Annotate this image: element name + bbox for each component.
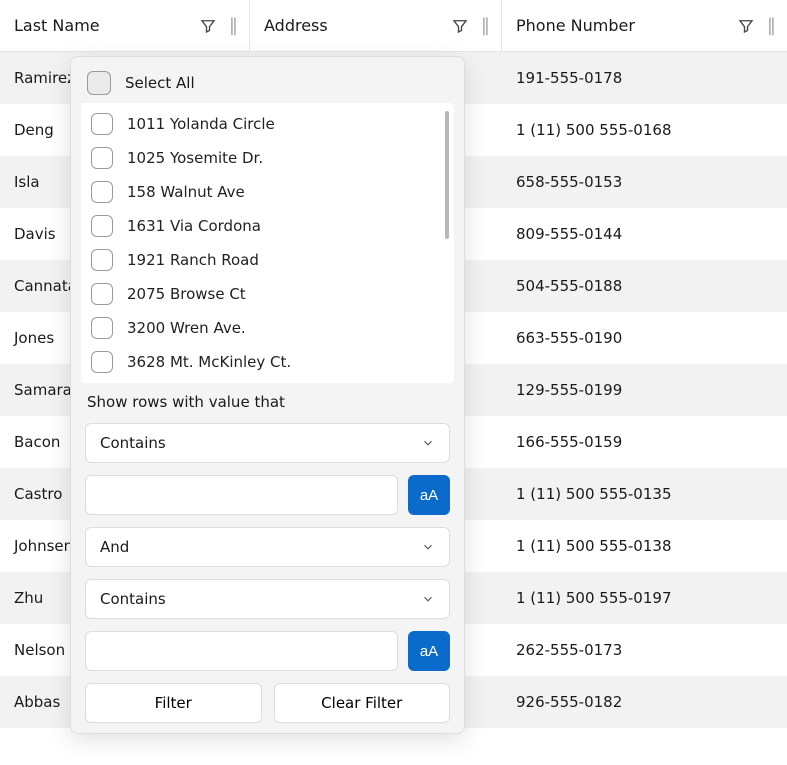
cell-phone: 809-555-0144 <box>502 225 787 243</box>
cell-phone: 166-555-0159 <box>502 433 787 451</box>
column-label: Phone Number <box>516 16 635 35</box>
filter-button[interactable]: Filter <box>85 683 262 723</box>
option-label: 3200 Wren Ave. <box>127 319 246 337</box>
cell-phone: 1 (11) 500 555-0197 <box>502 589 787 607</box>
option-label: 158 Walnut Ave <box>127 183 245 201</box>
cell-phone: 1 (11) 500 555-0138 <box>502 537 787 555</box>
clear-filter-button[interactable]: Clear Filter <box>274 683 451 723</box>
filter-conditions-section: Show rows with value that Contains aA An… <box>81 383 454 723</box>
filter-option-item[interactable]: 3200 Wren Ave. <box>85 313 432 343</box>
column-label: Last Name <box>14 16 100 35</box>
select-all-row[interactable]: Select All <box>81 67 454 103</box>
operator2-dropdown[interactable]: Contains <box>85 579 450 619</box>
option-checkbox[interactable] <box>91 147 113 169</box>
table-header: Last Name || Address || Phone Number || <box>0 0 787 52</box>
filter-icon[interactable] <box>737 17 755 35</box>
case-sensitive-toggle[interactable]: aA <box>408 631 450 671</box>
option-label: 1011 Yolanda Circle <box>127 115 275 133</box>
filter-option-item[interactable]: 1631 Via Cordona <box>85 211 432 241</box>
filter-option-item[interactable]: 3628 Mt. McKinley Ct. <box>85 347 432 377</box>
chevron-down-icon <box>421 540 435 554</box>
select-all-label: Select All <box>125 74 195 92</box>
option-checkbox[interactable] <box>91 283 113 305</box>
value2-row: aA <box>85 631 450 671</box>
chevron-down-icon <box>421 436 435 450</box>
column-header-last-name[interactable]: Last Name || <box>0 0 250 51</box>
operator1-dropdown[interactable]: Contains <box>85 423 450 463</box>
cell-phone: 1 (11) 500 555-0168 <box>502 121 787 139</box>
option-label: 1921 Ranch Road <box>127 251 259 269</box>
dropdown-value: And <box>100 538 129 556</box>
filter-options-list: 1011 Yolanda Circle 1025 Yosemite Dr. 158 … <box>81 103 454 383</box>
option-checkbox[interactable] <box>91 215 113 237</box>
scrollbar-thumb[interactable] <box>445 111 449 239</box>
column-label: Address <box>264 16 328 35</box>
filter-option-item[interactable]: 4055 Leonard Ct. <box>85 381 432 383</box>
option-label: 1631 Via Cordona <box>127 217 261 235</box>
column-header-icons: || <box>451 15 487 36</box>
case-toggle-label: aA <box>420 487 438 504</box>
filter-buttons-row: Filter Clear Filter <box>85 683 450 723</box>
cell-phone: 191-555-0178 <box>502 69 787 87</box>
option-label: 2075 Browse Ct <box>127 285 246 303</box>
filter-popup: Select All 1011 Yolanda Circle 1025 Yosem… <box>70 56 465 734</box>
option-checkbox[interactable] <box>91 113 113 135</box>
value1-row: aA <box>85 475 450 515</box>
filter-option-item[interactable]: 1025 Yosemite Dr. <box>85 143 432 173</box>
case-sensitive-toggle[interactable]: aA <box>408 475 450 515</box>
filter-option-item[interactable]: 1011 Yolanda Circle <box>85 109 432 139</box>
logic-dropdown[interactable]: And <box>85 527 450 567</box>
cell-phone: 658-555-0153 <box>502 173 787 191</box>
column-header-phone[interactable]: Phone Number || <box>502 0 787 51</box>
cell-phone: 504-555-0188 <box>502 277 787 295</box>
filter-section-label: Show rows with value that <box>87 393 450 411</box>
column-resizer-icon[interactable]: || <box>767 15 773 36</box>
filter-icon[interactable] <box>199 17 217 35</box>
cell-phone: 129-555-0199 <box>502 381 787 399</box>
option-checkbox[interactable] <box>91 317 113 339</box>
dropdown-value: Contains <box>100 434 166 452</box>
option-checkbox[interactable] <box>91 181 113 203</box>
column-header-icons: || <box>737 15 773 36</box>
select-all-checkbox[interactable] <box>87 71 111 95</box>
cell-phone: 663-555-0190 <box>502 329 787 347</box>
filter-option-item[interactable]: 2075 Browse Ct <box>85 279 432 309</box>
column-resizer-icon[interactable]: || <box>481 15 487 36</box>
chevron-down-icon <box>421 592 435 606</box>
filter-option-item[interactable]: 158 Walnut Ave <box>85 177 432 207</box>
cell-phone: 1 (11) 500 555-0135 <box>502 485 787 503</box>
dropdown-value: Contains <box>100 590 166 608</box>
option-checkbox[interactable] <box>91 351 113 373</box>
cell-phone: 926-555-0182 <box>502 693 787 711</box>
option-label: 3628 Mt. McKinley Ct. <box>127 353 291 371</box>
value1-input[interactable] <box>85 475 398 515</box>
column-resizer-icon[interactable]: || <box>229 15 235 36</box>
case-toggle-label: aA <box>420 643 438 660</box>
filter-icon[interactable] <box>451 17 469 35</box>
option-label: 1025 Yosemite Dr. <box>127 149 263 167</box>
value2-input[interactable] <box>85 631 398 671</box>
column-header-address[interactable]: Address || <box>250 0 502 51</box>
column-header-icons: || <box>199 15 235 36</box>
cell-phone: 262-555-0173 <box>502 641 787 659</box>
option-checkbox[interactable] <box>91 249 113 271</box>
filter-option-item[interactable]: 1921 Ranch Road <box>85 245 432 275</box>
